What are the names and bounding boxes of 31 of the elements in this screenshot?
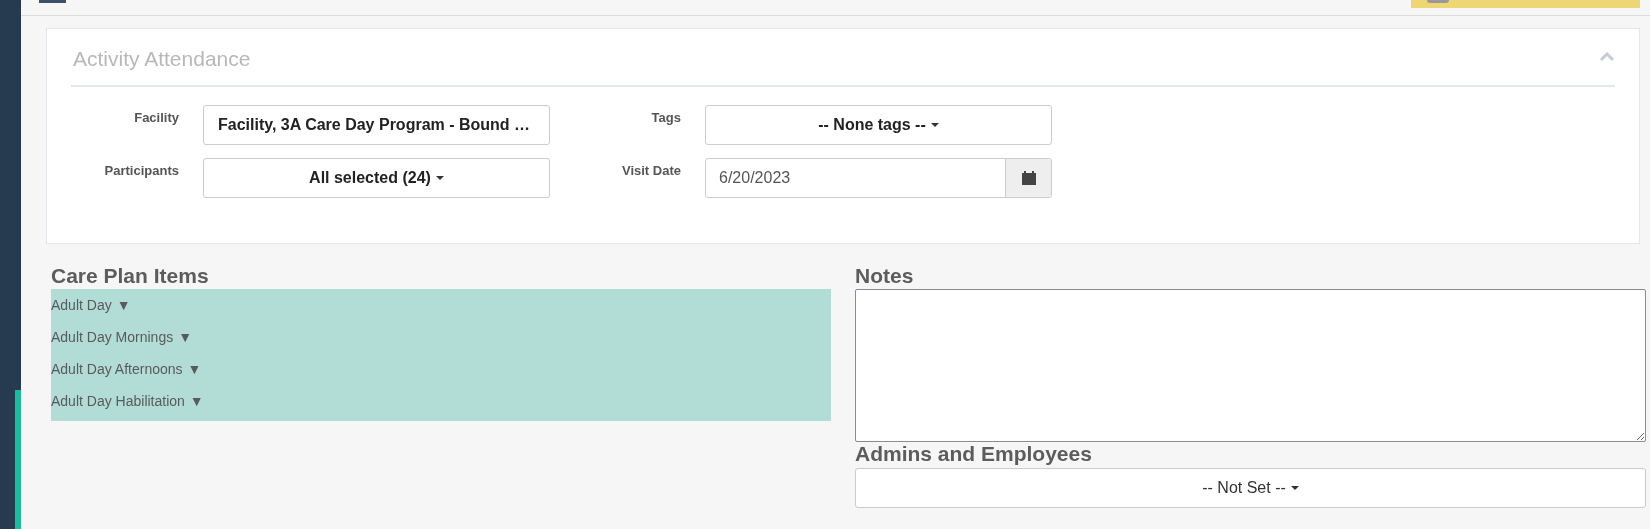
- caret-icon: [930, 123, 939, 127]
- date-value: 6/20/2023: [718, 168, 792, 188]
- care-plan-item[interactable]: Adult Day Mornings: [51, 326, 174, 348]
- caret-icon: [435, 176, 444, 180]
- select-dropdown[interactable]: All selected (24): [203, 158, 550, 198]
- care-plan-item[interactable]: Adult Day Habilitation: [51, 390, 185, 412]
- expand-toggle[interactable]: ▼: [187, 358, 202, 380]
- user-bar[interactable]: [1411, 0, 1640, 8]
- section-heading: Admins and Employees: [855, 442, 1093, 466]
- admins-dropdown[interactable]: -- Not Set --: [855, 468, 1646, 508]
- care-plan-item[interactable]: Adult Day: [51, 294, 112, 316]
- menu-icon[interactable]: [39, 0, 66, 3]
- notes-field[interactable]: [855, 289, 1646, 442]
- field-label: Visit Date: [621, 162, 681, 180]
- caret-icon: [1290, 486, 1299, 490]
- collapse-icon[interactable]: [1599, 52, 1615, 62]
- expand-toggle[interactable]: ▼: [189, 390, 204, 412]
- calendar-icon: [1020, 170, 1037, 186]
- panel-title: Activity Attendance: [72, 46, 251, 73]
- select-dropdown[interactable]: -- None tags --: [705, 105, 1052, 145]
- expand-toggle[interactable]: ▼: [116, 294, 131, 316]
- expand-toggle[interactable]: ▼: [178, 326, 193, 348]
- section-heading: Notes: [855, 265, 915, 287]
- care-plan-item[interactable]: Adult Day Afternoons: [51, 358, 183, 380]
- date-field[interactable]: 6/20/2023: [705, 158, 1052, 198]
- field-label: Participants: [103, 162, 179, 180]
- select-dropdown[interactable]: Facility, 3A Care Day Program - Bound …: [203, 105, 550, 145]
- calendar-button[interactable]: [1005, 159, 1051, 197]
- field-label: Tags: [650, 109, 681, 127]
- field-label: Facility: [133, 109, 179, 127]
- section-heading: Care Plan Items: [51, 265, 210, 287]
